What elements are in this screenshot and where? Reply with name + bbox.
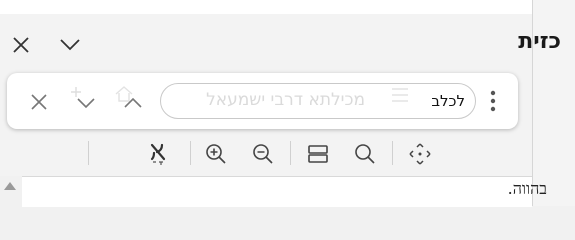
close-icon <box>13 37 29 53</box>
zoom-out-icon <box>253 144 273 164</box>
hebrew-font-icon <box>150 143 166 165</box>
list-icon <box>392 88 408 102</box>
list-icon-faint <box>388 84 412 106</box>
find-more-options-button[interactable] <box>486 86 500 116</box>
search-icon <box>355 144 375 164</box>
search-button[interactable] <box>352 141 378 167</box>
zoom-in-button[interactable] <box>203 141 229 167</box>
panel-close-button[interactable] <box>8 32 34 58</box>
panel-title: כזית <box>518 29 561 54</box>
chevron-down-icon <box>77 98 95 109</box>
move-icon <box>409 143 431 165</box>
chevron-down-icon <box>60 39 80 51</box>
vertical-dots-icon <box>490 90 496 112</box>
toolbar-separator <box>392 141 393 165</box>
font-toggle-button[interactable] <box>145 141 171 167</box>
find-next-button[interactable] <box>73 92 99 114</box>
zoom-out-button[interactable] <box>250 141 276 167</box>
toolbar-separator <box>290 141 291 165</box>
layout-split-icon <box>308 145 328 163</box>
find-previous-button[interactable] <box>120 92 146 114</box>
panel-collapse-button[interactable] <box>56 32 84 58</box>
layout-toggle-button[interactable] <box>305 141 331 167</box>
text-content-area <box>22 176 532 207</box>
toolbar-separator <box>190 141 191 165</box>
content-text: בהווה. <box>507 179 547 198</box>
close-icon <box>31 94 47 110</box>
find-close-button[interactable] <box>26 89 52 115</box>
find-input-value: לכלב <box>431 92 465 110</box>
find-input[interactable]: מכילתא דרבי ישמעאל לכלב <box>160 83 476 119</box>
background-ghost-text: מכילתא דרבי ישמעאל <box>206 90 365 110</box>
zoom-in-icon <box>206 144 226 164</box>
top-window-edge <box>0 0 532 15</box>
toolbar-separator <box>88 141 89 165</box>
chevron-up-icon <box>124 97 142 108</box>
scroll-up-arrow-icon[interactable] <box>4 182 16 190</box>
move-button[interactable] <box>406 140 434 168</box>
scrollbar[interactable] <box>0 176 22 206</box>
